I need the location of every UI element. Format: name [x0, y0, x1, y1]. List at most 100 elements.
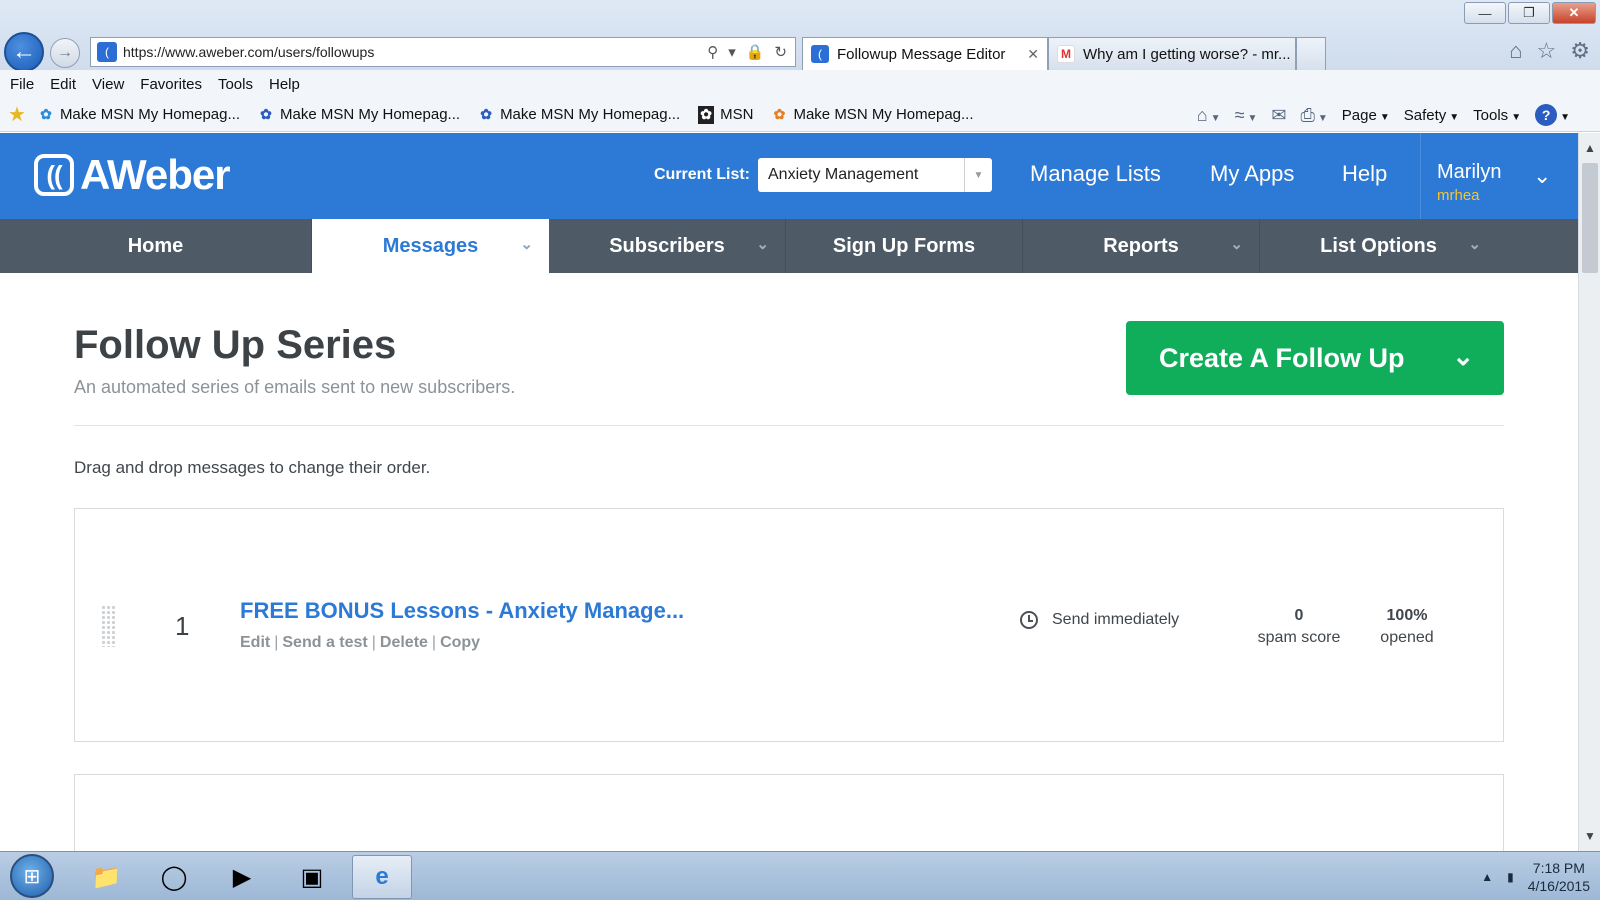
minimize-button[interactable]: — [1464, 2, 1506, 24]
nav-tab-label: Sign Up Forms [832, 234, 976, 257]
current-list-label: Current List: [654, 166, 750, 183]
taskbar-clock[interactable]: 7:18 PM 4/16/2015 [1528, 859, 1590, 895]
chevron-down-icon: ⌄ [756, 236, 769, 253]
chevron-down-icon: ▼ [964, 158, 992, 192]
nav-tab-list-options[interactable]: List Options ⌄ [1260, 219, 1497, 273]
menu-help[interactable]: Help [269, 76, 300, 93]
drag-hint: Drag and drop messages to change their o… [74, 458, 431, 477]
taskbar-app[interactable]: ▣ [282, 855, 342, 899]
dropdown-icon[interactable]: ▾ [728, 43, 736, 61]
nav-tab-label: Messages [382, 234, 479, 257]
tools-menu[interactable]: Tools ▼ [1473, 107, 1521, 124]
tab-gmail[interactable]: M Why am I getting worse? - mr... [1048, 37, 1296, 70]
user-menu[interactable]: Marilyn mrhea ⌄ [1420, 133, 1578, 219]
send-test-link[interactable]: Send a test [282, 634, 367, 652]
home-icon[interactable]: ⌂ [1509, 38, 1522, 64]
network-icon[interactable]: ▮ [1507, 870, 1514, 884]
rss-feed-icon[interactable]: ≈ ▼ [1235, 105, 1258, 126]
page-title: Follow Up Series [74, 323, 397, 367]
create-follow-up-button[interactable]: Create A Follow Up ⌄ [1126, 321, 1504, 395]
help-icon: ? [1535, 104, 1558, 126]
menu-edit[interactable]: Edit [50, 76, 76, 93]
message-actions: Edit | Send a test | Delete | Copy [240, 634, 480, 652]
nav-tab-sign-up-forms[interactable]: Sign Up Forms [786, 219, 1023, 273]
gmail-icon: M [1057, 45, 1075, 63]
help-link[interactable]: Help [1342, 161, 1387, 187]
home-icon[interactable]: ⌂ ▼ [1197, 105, 1221, 126]
scroll-thumb[interactable] [1582, 163, 1598, 273]
gear-icon[interactable]: ⚙ [1570, 38, 1590, 64]
favorite-link[interactable]: ✿ Make MSN My Homepag... [38, 106, 240, 124]
address-bar[interactable]: ( https://www.aweber.com/users/followups… [90, 37, 796, 67]
favorites-bar: ★ ✿ Make MSN My Homepag... ✿ Make MSN My… [0, 98, 1600, 132]
taskbar-internet-explorer[interactable]: e [352, 855, 412, 899]
msn-icon: ✿ [698, 105, 715, 124]
current-list-select[interactable]: Anxiety Management ▼ [758, 158, 992, 192]
scroll-down-icon[interactable]: ▼ [1579, 825, 1600, 847]
new-tab-button[interactable] [1296, 37, 1326, 70]
copy-link[interactable]: Copy [440, 634, 480, 652]
favorite-label: Make MSN My Homepag... [280, 106, 461, 123]
scroll-up-icon[interactable]: ▲ [1579, 137, 1600, 159]
window-controls: — ❐ ✕ [1464, 2, 1596, 24]
nav-tab-reports[interactable]: Reports ⌄ [1023, 219, 1260, 273]
nav-tab-label: Reports [1103, 234, 1179, 257]
favorite-link[interactable]: ✿ Make MSN My Homepag... [258, 106, 460, 124]
app-icon: ▣ [300, 863, 324, 891]
nav-tab-label: Home [127, 234, 184, 257]
nav-tab-subscribers[interactable]: Subscribers ⌄ [549, 219, 786, 273]
restore-button[interactable]: ❐ [1508, 2, 1550, 24]
lock-icon[interactable]: 🔒 [746, 43, 765, 61]
show-hidden-icons-icon[interactable]: ▲ [1481, 870, 1493, 884]
nav-tab-messages[interactable]: Messages ⌄ [312, 219, 549, 273]
edit-link[interactable]: Edit [240, 634, 270, 652]
back-button[interactable]: ← [4, 32, 44, 72]
search-icon[interactable]: ⚲ [707, 43, 718, 61]
menu-file[interactable]: File [10, 76, 34, 93]
message-row: 1 FREE BONUS Lessons - Anxiety Manage...… [74, 508, 1504, 742]
chevron-down-icon: ⌄ [1452, 341, 1474, 371]
close-window-button[interactable]: ✕ [1552, 2, 1596, 24]
mail-icon[interactable]: ✉ [1271, 105, 1286, 126]
menu-bar: File Edit View Favorites Tools Help [0, 70, 1600, 98]
my-apps-link[interactable]: My Apps [1210, 161, 1294, 187]
menu-tools[interactable]: Tools [218, 76, 253, 93]
browser-titlebar: — ❐ ✕ ← → ( https://www.aweber.com/users… [0, 0, 1600, 72]
nav-tab-home[interactable]: Home [0, 219, 312, 273]
aweber-favicon-icon: ( [811, 45, 829, 63]
help-menu[interactable]: ? ▼ [1535, 104, 1570, 126]
drag-handle-icon[interactable] [101, 605, 115, 647]
taskbar-hp[interactable]: ◯ [144, 855, 204, 899]
message-title-link[interactable]: FREE BONUS Lessons - Anxiety Manage... [240, 598, 684, 624]
page-menu[interactable]: Page ▼ [1342, 107, 1390, 124]
create-follow-up-label: Create A Follow Up [1159, 342, 1405, 373]
print-icon[interactable]: ⎙ ▼ [1300, 105, 1327, 126]
forward-button[interactable]: → [50, 38, 80, 68]
address-url[interactable]: https://www.aweber.com/users/followups [123, 44, 707, 60]
taskbar-explorer[interactable]: 📁 [76, 855, 136, 899]
aweber-logo[interactable]: (( AWeber [34, 151, 231, 199]
favorite-label: Make MSN My Homepag... [793, 106, 974, 123]
taskbar-media-player[interactable]: ▶ [212, 855, 272, 899]
favorites-star-icon[interactable]: ☆ [1537, 38, 1557, 64]
aweber-header: (( AWeber Current List: Anxiety Manageme… [0, 133, 1578, 219]
menu-favorites[interactable]: Favorites [140, 76, 202, 93]
safety-menu[interactable]: Safety ▼ [1404, 107, 1459, 124]
aweber-favicon-icon: ( [97, 42, 117, 62]
delete-link[interactable]: Delete [380, 634, 428, 652]
manage-lists-link[interactable]: Manage Lists [1030, 161, 1161, 187]
spam-score-stat: 0 spam score [1239, 605, 1359, 649]
tab-followup-editor[interactable]: ( Followup Message Editor ✕ [802, 37, 1048, 70]
refresh-icon[interactable]: ↻ [774, 43, 787, 61]
favorite-link[interactable]: ✿ MSN [698, 105, 753, 124]
favorites-add-star-icon[interactable]: ★ [8, 102, 26, 127]
page-scrollbar[interactable]: ▲ ▼ [1578, 133, 1600, 851]
menu-view[interactable]: View [92, 76, 124, 93]
favorite-label: Make MSN My Homepag... [59, 106, 240, 123]
start-button[interactable]: ⊞ [10, 854, 54, 898]
aweber-logo-text: AWeber [80, 151, 231, 198]
favorite-link[interactable]: ✿ Make MSN My Homepag... [478, 106, 680, 124]
favorite-link[interactable]: ✿ Make MSN My Homepag... [771, 106, 974, 124]
close-tab-icon[interactable]: ✕ [1027, 46, 1039, 63]
alarm-clock-icon [1020, 611, 1038, 629]
